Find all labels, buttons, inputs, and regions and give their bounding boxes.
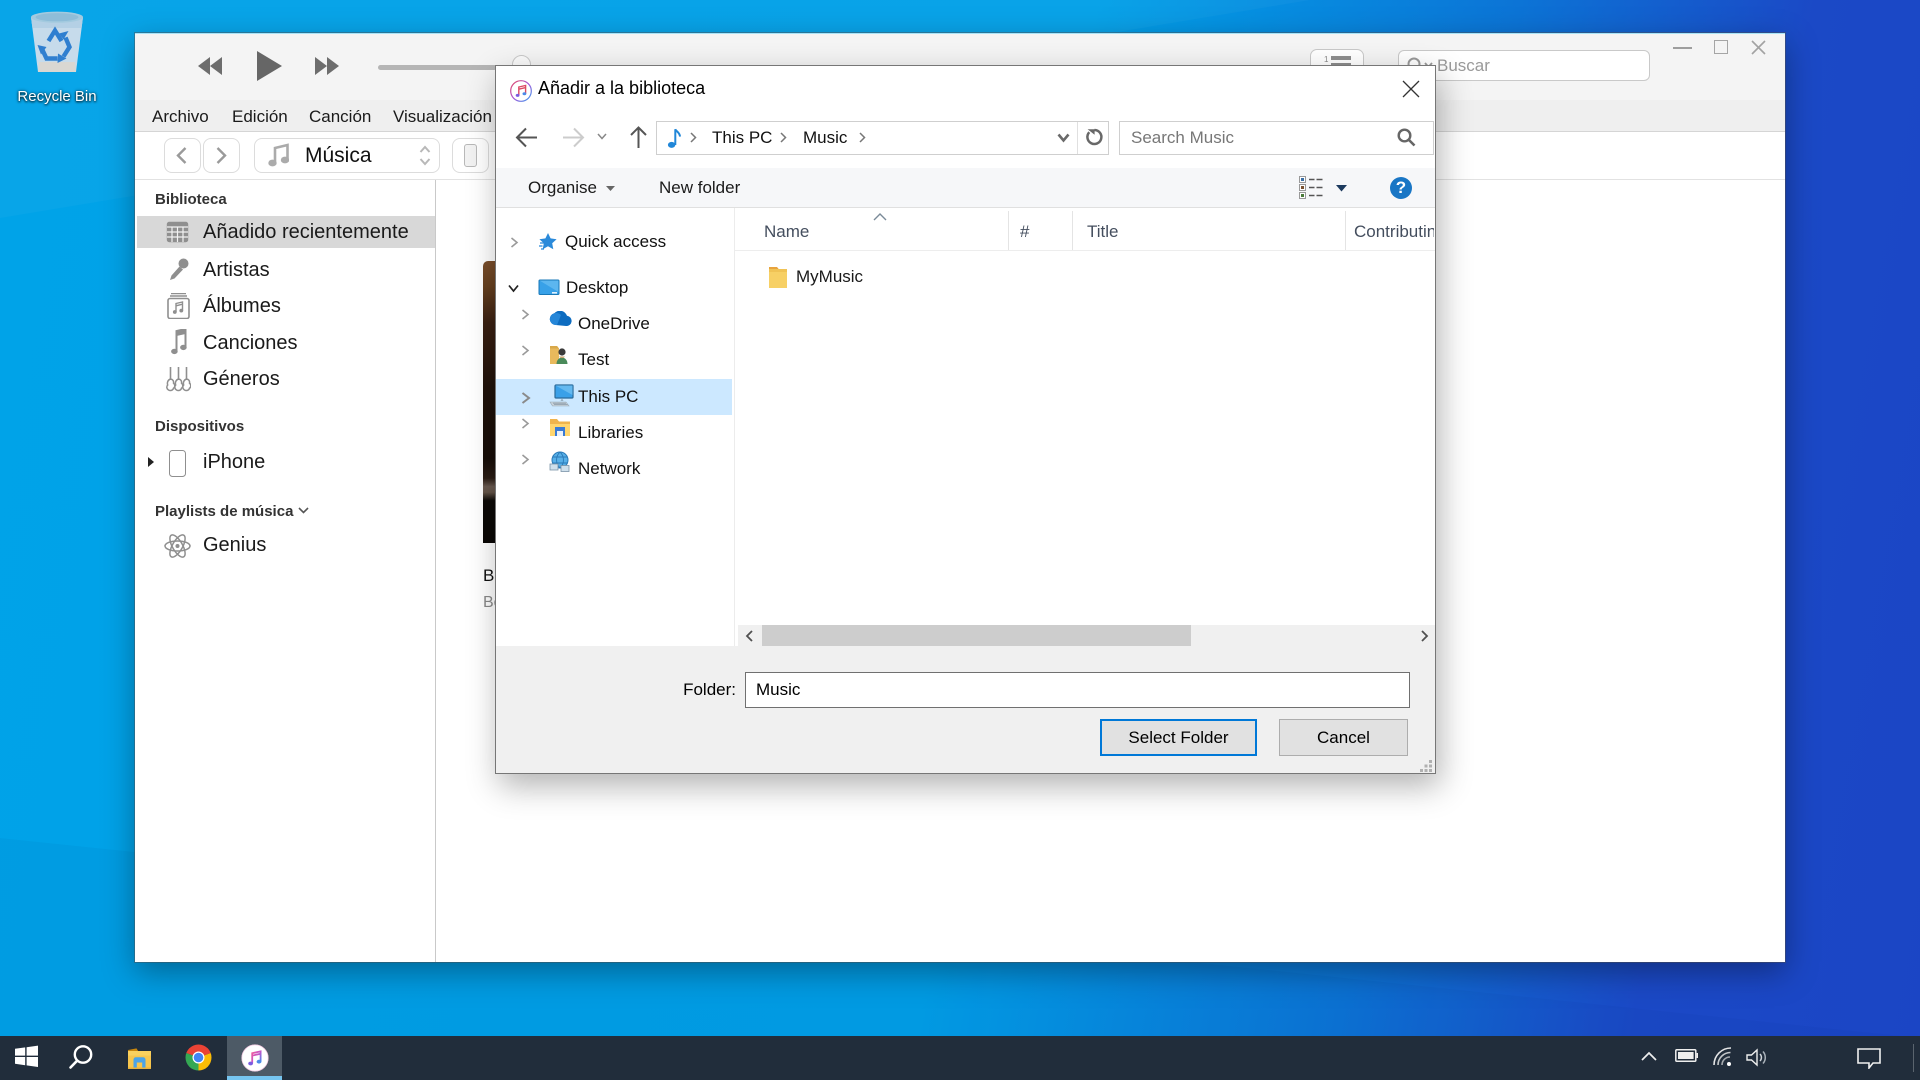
svg-text:1: 1 [1324,56,1329,64]
